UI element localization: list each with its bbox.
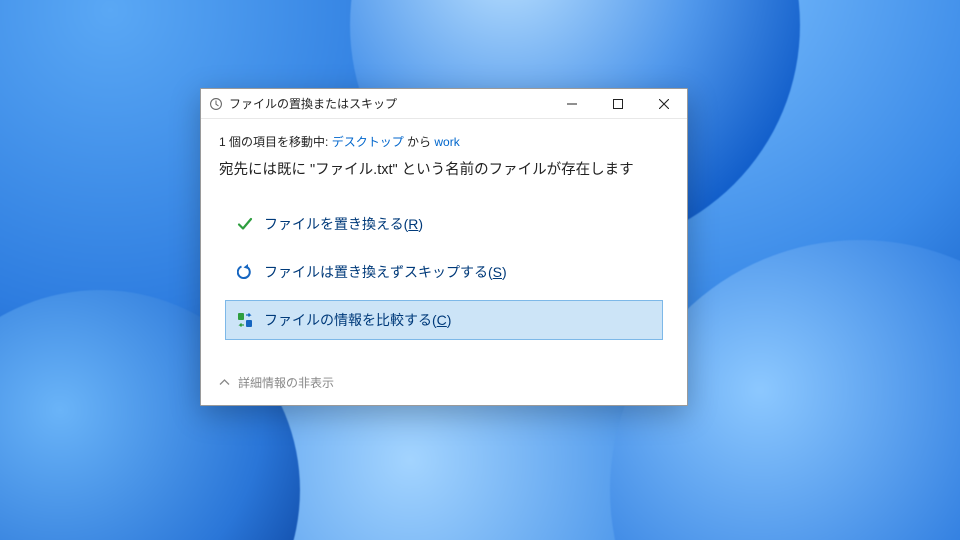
dialog-title: ファイルの置換またはスキップ bbox=[229, 95, 549, 112]
destination-link[interactable]: work bbox=[434, 135, 459, 149]
dialog-footer: 詳細情報の非表示 bbox=[201, 364, 687, 405]
conflict-message: 宛先には既に "ファイル.txt" という名前のファイルが存在します bbox=[219, 160, 669, 180]
history-icon bbox=[209, 97, 223, 111]
replace-option[interactable]: ファイルを置き換える(R) bbox=[225, 204, 663, 244]
details-toggle[interactable]: 詳細情報の非表示 bbox=[238, 374, 334, 391]
replace-label: ファイルを置き換える(R) bbox=[264, 214, 423, 234]
compare-option[interactable]: ファイルの情報を比較する(C) bbox=[225, 300, 663, 340]
moving-mid: から bbox=[404, 135, 435, 149]
options-list: ファイルを置き換える(R) ファイルは置き換えずスキップする(S) bbox=[225, 204, 663, 340]
compare-label: ファイルの情報を比較する(C) bbox=[264, 310, 451, 330]
moving-prefix: 1 個の項目を移動中: bbox=[219, 135, 332, 149]
file-conflict-dialog: ファイルの置換またはスキップ 1 個の項目を移動中: デスクトップ から wor… bbox=[200, 88, 688, 406]
compare-icon bbox=[236, 312, 254, 328]
chevron-up-icon[interactable] bbox=[219, 377, 230, 388]
skip-option[interactable]: ファイルは置き換えずスキップする(S) bbox=[225, 252, 663, 292]
minimize-button[interactable] bbox=[549, 89, 595, 118]
maximize-button[interactable] bbox=[595, 89, 641, 118]
skip-arrow-icon bbox=[236, 264, 254, 280]
checkmark-icon bbox=[236, 216, 254, 232]
dialog-content: 1 個の項目を移動中: デスクトップ から work 宛先には既に "ファイル.… bbox=[201, 119, 687, 364]
window-controls bbox=[549, 89, 687, 118]
close-button[interactable] bbox=[641, 89, 687, 118]
moving-status: 1 個の項目を移動中: デスクトップ から work bbox=[219, 133, 669, 150]
skip-label: ファイルは置き換えずスキップする(S) bbox=[264, 262, 507, 282]
titlebar[interactable]: ファイルの置換またはスキップ bbox=[201, 89, 687, 119]
source-link[interactable]: デスクトップ bbox=[332, 135, 404, 149]
